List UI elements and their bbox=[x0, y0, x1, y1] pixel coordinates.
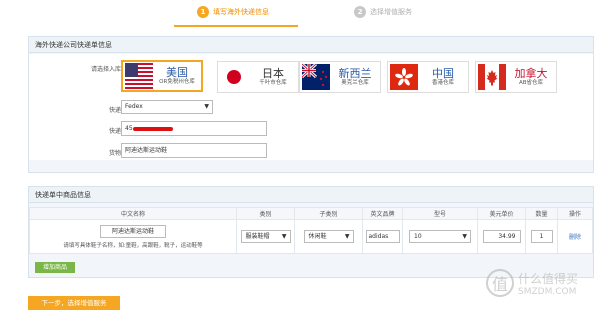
chevron-down-icon: ▼ bbox=[281, 233, 287, 240]
brand-input[interactable]: adidas bbox=[365, 230, 400, 243]
col-header-brand: 英文品牌 bbox=[362, 207, 403, 220]
step-2-number: 2 bbox=[354, 6, 366, 18]
col-header-subcategory: 子类别 bbox=[294, 207, 363, 220]
cell-action: 删除 bbox=[557, 219, 593, 254]
watermark-domain: SMZDM.COM bbox=[518, 286, 577, 297]
price-value: 34.99 bbox=[498, 233, 516, 240]
step-2: 2 选择增值服务 bbox=[354, 6, 412, 18]
col-header-category: 类别 bbox=[236, 207, 295, 220]
next-step-button[interactable]: 下一步，选择增值服务 bbox=[28, 296, 120, 310]
col-header-name: 中文名称 bbox=[29, 207, 237, 220]
item-name-hint: 请填写具体鞋子名称，如:童鞋，高跟鞋，靴子，运动鞋等 bbox=[63, 242, 203, 249]
warehouse-canada-sub: AB省仓库 bbox=[518, 80, 544, 87]
hong-kong-flag-icon bbox=[390, 64, 418, 90]
tracking-input[interactable]: 45 bbox=[121, 121, 267, 136]
usa-flag-icon bbox=[125, 63, 153, 89]
brand-value: adidas bbox=[368, 233, 389, 240]
items-table-header: 中文名称 类别 子类别 英文品牌 型号 美元单价 数量 操作 bbox=[29, 207, 593, 220]
canada-flag-icon bbox=[478, 64, 506, 90]
delete-link[interactable]: 删除 bbox=[569, 234, 581, 241]
goods-input-value: 阿迪达斯运动鞋 bbox=[125, 147, 168, 154]
col-header-model: 型号 bbox=[402, 207, 478, 220]
warehouse-japan-name: 日本 bbox=[262, 66, 284, 80]
warehouse-new-zealand[interactable]: 新西兰 奥克兰仓库 bbox=[299, 61, 381, 93]
col-header-qty: 数量 bbox=[525, 207, 558, 220]
new-zealand-flag-icon bbox=[300, 62, 330, 90]
warehouse-new-zealand-name: 新西兰 bbox=[338, 66, 372, 80]
warehouse-usa-name: 美国 bbox=[166, 65, 188, 79]
category-value: 服装鞋帽 bbox=[245, 233, 270, 240]
col-header-action: 操作 bbox=[557, 207, 593, 220]
step-2-label: 选择增值服务 bbox=[370, 8, 412, 16]
subcategory-value: 休闲鞋 bbox=[308, 233, 327, 240]
chevron-down-icon: ▼ bbox=[344, 233, 350, 240]
warehouse-usa-sub: OR免税州仓库 bbox=[159, 79, 195, 86]
japan-flag-icon bbox=[220, 64, 248, 90]
step-1-label: 填写海外快递信息 bbox=[213, 8, 269, 16]
cell-model: 10 ▼ bbox=[402, 219, 478, 254]
warehouse-hong-kong[interactable]: 中国 香港仓库 bbox=[387, 61, 469, 93]
subcategory-select[interactable]: 休闲鞋 ▼ bbox=[303, 230, 354, 243]
step-indicator: 1 填写海外快递信息 2 选择增值服务 bbox=[0, 6, 600, 27]
price-input[interactable]: 34.99 bbox=[482, 230, 521, 243]
cell-name: 阿迪达斯运动鞋 请填写具体鞋子名称，如:童鞋，高跟鞋，靴子，运动鞋等 bbox=[29, 219, 237, 254]
quantity-input[interactable]: 1 bbox=[530, 230, 553, 243]
warehouse-new-zealand-sub: 奥克兰仓库 bbox=[341, 80, 369, 87]
courier-info-panel: 海外快递公司快递单信息 请选择入库仓库 美国 OR免税州仓库 日本 千叶市仓库 新西… bbox=[28, 36, 594, 173]
chevron-down-icon: ▼ bbox=[462, 233, 467, 240]
warehouse-canada[interactable]: 加拿大 AB省仓库 bbox=[475, 61, 557, 93]
tracking-input-value: 45 bbox=[125, 125, 133, 132]
table-row: 阿迪达斯运动鞋 请填写具体鞋子名称，如:童鞋，高跟鞋，靴子，运动鞋等 服装鞋帽 ▼… bbox=[29, 219, 593, 254]
col-header-price: 美元单价 bbox=[477, 207, 526, 220]
items-table: 中文名称 类别 子类别 英文品牌 型号 美元单价 数量 操作 阿迪达斯运动鞋 请… bbox=[29, 207, 593, 254]
cell-subcategory: 休闲鞋 ▼ bbox=[294, 219, 363, 254]
warehouse-hong-kong-name: 中国 bbox=[432, 66, 454, 80]
warehouse-usa[interactable]: 美国 OR免税州仓库 bbox=[121, 60, 203, 92]
cell-qty: 1 bbox=[525, 219, 558, 254]
courier-info-body: 请选择入库仓库 美国 OR免税州仓库 日本 千叶市仓库 新西兰 奥克兰仓库 中国 香港仓… bbox=[29, 54, 593, 160]
cell-category: 服装鞋帽 ▼ bbox=[236, 219, 295, 254]
add-item-button[interactable]: 增加商品 bbox=[35, 262, 75, 273]
goods-input[interactable]: 阿迪达斯运动鞋 bbox=[121, 143, 267, 158]
warehouse-japan[interactable]: 日本 千叶市仓库 bbox=[217, 61, 299, 93]
step-1: 1 填写海外快递信息 bbox=[197, 6, 269, 18]
category-select[interactable]: 服装鞋帽 ▼ bbox=[240, 230, 291, 243]
cell-brand: adidas bbox=[362, 219, 403, 254]
warehouse-japan-sub: 千叶市仓库 bbox=[259, 80, 287, 87]
item-name-input[interactable]: 阿迪达斯运动鞋 bbox=[100, 224, 166, 238]
model-select[interactable]: 10 ▼ bbox=[409, 230, 471, 243]
cell-price: 34.99 bbox=[477, 219, 526, 254]
courier-select[interactable]: Fedex ▼ bbox=[121, 100, 213, 114]
warehouse-hong-kong-sub: 香港仓库 bbox=[431, 80, 454, 87]
watermark-logo: 值 什么值得买 SMZDM.COM bbox=[486, 261, 596, 305]
quantity-value: 1 bbox=[539, 233, 544, 240]
items-panel-title: 快递单中商品信息 bbox=[29, 187, 593, 203]
smzdm-logo-icon: 值 bbox=[486, 269, 514, 297]
warehouse-canada-name: 加拿大 bbox=[514, 66, 548, 80]
step-1-number: 1 bbox=[197, 6, 209, 18]
model-value: 10 bbox=[414, 233, 422, 240]
chevron-down-icon: ▼ bbox=[204, 103, 209, 110]
courier-select-value: Fedex bbox=[125, 103, 143, 110]
watermark-text: 什么值得买 bbox=[518, 271, 579, 286]
courier-info-title: 海外快递公司快递单信息 bbox=[29, 37, 593, 53]
item-name-value: 阿迪达斯运动鞋 bbox=[111, 227, 154, 235]
step-progress-line bbox=[174, 25, 298, 27]
redaction-mark bbox=[132, 126, 173, 131]
